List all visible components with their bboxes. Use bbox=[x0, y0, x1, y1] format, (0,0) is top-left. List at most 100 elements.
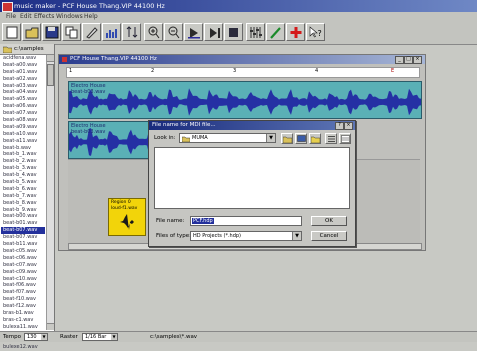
arrangement-title-bar[interactable]: PCF House Thang.VIP 44100 Hz _ □ × bbox=[59, 55, 425, 64]
file-list-item[interactable]: beat-f07.wav bbox=[1, 289, 45, 296]
file-list-item[interactable]: beat-a05.wav bbox=[1, 96, 45, 103]
cancel-button[interactable]: Cancel bbox=[311, 231, 347, 241]
file-list-item[interactable]: beat-a04.wav bbox=[1, 89, 45, 96]
add-button[interactable] bbox=[286, 23, 305, 41]
file-list-item[interactable]: beat-b_7.wav bbox=[1, 193, 45, 200]
new-folder-icon bbox=[311, 136, 320, 143]
file-list-item[interactable]: beat-c07.wav bbox=[1, 262, 45, 269]
maximize-button[interactable]: □ bbox=[404, 56, 413, 64]
file-list-item[interactable]: beat-a02.wav bbox=[1, 76, 45, 83]
file-list-item[interactable]: bulexe12.wav bbox=[1, 344, 45, 351]
file-list-item[interactable]: bras-b1.wav bbox=[1, 310, 45, 317]
filename-input[interactable]: PCF.hdp bbox=[190, 216, 302, 226]
zoom-in-button[interactable] bbox=[144, 23, 163, 41]
list-view-button[interactable] bbox=[325, 133, 337, 144]
file-list-item[interactable]: beat-a01.wav bbox=[1, 69, 45, 76]
file-list-item[interactable]: beat-b.wav bbox=[1, 145, 45, 152]
open-button[interactable] bbox=[22, 23, 41, 41]
file-list-item[interactable]: beat-b11.wav bbox=[1, 241, 45, 248]
filetype-dropdown[interactable]: HD Projects (*.hdp) ▼ bbox=[190, 231, 302, 241]
file-list-item[interactable]: beat-c10.wav bbox=[1, 276, 45, 283]
file-list-item[interactable]: beat-b_1.wav bbox=[1, 151, 45, 158]
file-list-item[interactable]: beat-b_2.wav bbox=[1, 158, 45, 165]
track-2-label: Electro House beat-b03.wav bbox=[71, 123, 106, 135]
details-view-button[interactable] bbox=[339, 133, 351, 144]
menu-edit[interactable]: Edit bbox=[20, 13, 32, 20]
ruler-mark-2: 2 bbox=[151, 68, 155, 74]
file-list-item[interactable]: beat-a00.wav bbox=[1, 62, 45, 69]
up-folder-button[interactable] bbox=[281, 133, 293, 144]
file-list-item[interactable]: bras-c1.wav bbox=[1, 317, 45, 324]
dropdown-arrow-icon[interactable]: ▼ bbox=[41, 334, 47, 340]
file-list-item[interactable]: beat-b_5.wav bbox=[1, 179, 45, 186]
file-list-item[interactable]: beat-c06.wav bbox=[1, 255, 45, 262]
menu-file[interactable]: File bbox=[6, 13, 16, 20]
new-folder-button[interactable] bbox=[309, 133, 321, 144]
file-list-item[interactable]: beat-a08.wav bbox=[1, 117, 45, 124]
file-list-item[interactable]: beat-c09.wav bbox=[1, 269, 45, 276]
file-list-item[interactable]: beat-b_9.wav bbox=[1, 207, 45, 214]
file-list-item[interactable]: beat-a03.wav bbox=[1, 83, 45, 90]
folder-icon bbox=[182, 136, 190, 142]
mixer-button[interactable] bbox=[246, 23, 265, 41]
file-list-item[interactable]: beat-b_8.wav bbox=[1, 200, 45, 207]
menu-help[interactable]: Help bbox=[84, 13, 98, 20]
file-list-item[interactable]: beat-a06.wav bbox=[1, 103, 45, 110]
draw-button[interactable] bbox=[266, 23, 285, 41]
new-button[interactable] bbox=[2, 23, 21, 41]
dropdown-arrow-icon[interactable]: ▼ bbox=[266, 134, 275, 142]
file-list-item[interactable]: beat-b_6.wav bbox=[1, 186, 45, 193]
dropdown-arrow-icon[interactable]: ▼ bbox=[292, 232, 301, 240]
track-1-clip[interactable]: Electro House beat-b03.wav bbox=[68, 81, 422, 119]
timeline-ruler[interactable]: 1 2 3 4 E bbox=[66, 67, 420, 78]
stop-button[interactable] bbox=[224, 23, 243, 41]
play-button[interactable] bbox=[184, 23, 203, 41]
arrangement-title: PCF House Thang.VIP 44100 Hz bbox=[70, 56, 157, 62]
pencil-button[interactable] bbox=[82, 23, 101, 41]
file-list-item[interactable]: beat-b07.wav bbox=[1, 234, 45, 241]
file-list-item[interactable]: beat-a07.wav bbox=[1, 110, 45, 117]
file-list-item[interactable]: beat-c05.wav bbox=[1, 248, 45, 255]
minimize-button[interactable]: _ bbox=[395, 56, 404, 64]
file-list-item[interactable]: bulexa11.wav bbox=[1, 324, 45, 331]
file-list-item[interactable]: beat-a09.wav bbox=[1, 124, 45, 131]
raster-select[interactable]: 1/16 Bar ▼ bbox=[82, 333, 118, 341]
menu-windows[interactable]: Windows bbox=[56, 13, 83, 20]
file-list-item[interactable]: beat-b_3.wav bbox=[1, 165, 45, 172]
dialog-title-bar[interactable]: File name for MDI file... ? × bbox=[149, 121, 355, 130]
look-in-dropdown[interactable]: MUMA ▼ bbox=[179, 133, 276, 143]
zoom-out-button[interactable] bbox=[164, 23, 183, 41]
file-list-item[interactable]: acidfena.wav bbox=[1, 55, 45, 62]
scroll-down-arrow-icon[interactable] bbox=[47, 323, 54, 330]
dropdown-arrow-icon[interactable]: ▼ bbox=[111, 334, 117, 340]
file-list-item[interactable]: beat-b_4.wav bbox=[1, 172, 45, 179]
play-loop-button[interactable] bbox=[204, 23, 223, 41]
menu-effects[interactable]: Effects bbox=[34, 13, 54, 20]
file-list-item[interactable]: beat-a11.wav bbox=[1, 138, 45, 145]
file-list-item[interactable]: beat-b07.wav bbox=[1, 227, 45, 235]
dialog-close-button[interactable]: × bbox=[344, 122, 353, 130]
scroll-up-arrow-icon[interactable] bbox=[47, 55, 54, 62]
help-button[interactable]: ? bbox=[306, 23, 325, 41]
file-list-item[interactable]: beat-b01.wav bbox=[1, 220, 45, 227]
copy-button[interactable] bbox=[62, 23, 81, 41]
bars-button[interactable] bbox=[102, 23, 121, 41]
close-button[interactable]: × bbox=[413, 56, 422, 64]
scrollbar-thumb[interactable] bbox=[47, 64, 54, 86]
save-button[interactable] bbox=[42, 23, 61, 41]
file-list-item[interactable]: beat-f06.wav bbox=[1, 282, 45, 289]
file-list-item[interactable]: beat-f10.wav bbox=[1, 296, 45, 303]
file-list-item[interactable]: beat-f12.wav bbox=[1, 303, 45, 310]
region-clip[interactable]: Region 0 loud-f1.wav bbox=[108, 198, 146, 236]
ok-button[interactable]: OK bbox=[311, 216, 347, 226]
mixer-icon bbox=[250, 27, 262, 38]
file-list-area[interactable] bbox=[154, 147, 350, 209]
pitch-button[interactable] bbox=[122, 23, 141, 41]
dialog-help-button[interactable]: ? bbox=[335, 122, 344, 130]
tempo-select[interactable]: 130 ▼ bbox=[24, 333, 48, 341]
file-list-item[interactable]: beat-a10.wav bbox=[1, 131, 45, 138]
desktop-button[interactable] bbox=[295, 133, 307, 144]
raster-value: 1/16 Bar bbox=[85, 334, 107, 340]
file-list-item[interactable]: beat-b00.wav bbox=[1, 213, 45, 220]
file-list-scrollbar[interactable] bbox=[46, 55, 54, 330]
